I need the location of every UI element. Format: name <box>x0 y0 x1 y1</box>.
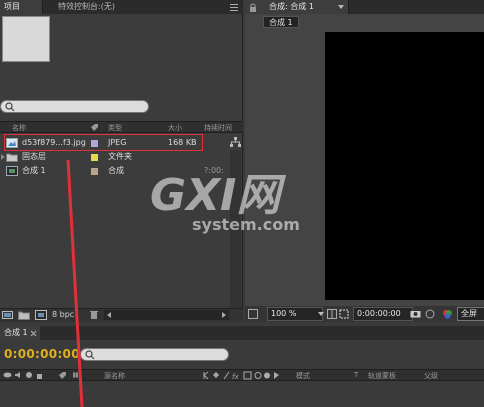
column-size[interactable]: 大小 <box>168 123 182 133</box>
lock-icon[interactable] <box>36 371 43 379</box>
column-parent[interactable]: 父级 <box>424 371 438 381</box>
search-icon <box>5 102 15 112</box>
column-type[interactable]: 类型 <box>108 123 122 133</box>
region-of-interest-icon[interactable] <box>339 309 349 319</box>
label-icon[interactable] <box>90 123 99 132</box>
chevron-down-icon[interactable] <box>337 4 345 10</box>
selection-highlight-box <box>4 134 203 151</box>
folder-icon <box>6 152 18 162</box>
composition-breadcrumb[interactable]: 合成 1 <box>263 16 299 28</box>
new-folder-icon[interactable] <box>18 310 30 320</box>
footage-thumbnail <box>2 16 50 62</box>
column-duration[interactable]: 持续时间 <box>204 123 232 133</box>
project-panel-tabbar: 项目 特效控制台:(无) <box>0 0 243 14</box>
label-swatch[interactable] <box>91 154 98 161</box>
zoom-select[interactable]: 100 % <box>267 307 323 321</box>
list-item[interactable]: 固态层 文件夹 <box>0 150 228 164</box>
item-type: 文件夹 <box>108 152 132 161</box>
grid-icon[interactable] <box>327 309 337 319</box>
column-trkmat[interactable]: 轨道蒙板 <box>368 371 396 381</box>
svg-text:system.com: system.com <box>192 215 300 234</box>
flowchart-icon[interactable] <box>230 137 241 148</box>
close-icon[interactable] <box>30 330 37 337</box>
annotation-arrow <box>66 160 84 407</box>
column-trkmat-t[interactable]: T <box>354 371 358 379</box>
svg-text:GXI网: GXI网 <box>150 170 286 221</box>
item-name: 合成 1 <box>22 166 46 175</box>
resolution-select[interactable]: 全屏 <box>457 307 484 321</box>
current-time-field[interactable]: 0:00:00:00 <box>353 307 413 321</box>
always-preview-icon[interactable] <box>248 309 258 319</box>
interpret-footage-icon[interactable] <box>2 310 14 320</box>
column-source-name[interactable]: 源名称 <box>104 371 125 381</box>
trash-icon[interactable] <box>89 310 99 320</box>
channel-rgb-icon[interactable] <box>442 309 453 319</box>
composition-panel-tabbar: 合成: 合成 1 <box>245 0 484 14</box>
scroll-left-icon[interactable] <box>106 311 112 319</box>
watermark-logo: GXI网 system.com <box>150 170 300 234</box>
project-search-input[interactable] <box>0 100 149 113</box>
column-mode[interactable]: 模式 <box>296 371 310 381</box>
composition-toolbar: 100 % 0:00:00:00 全屏 <box>245 306 484 322</box>
item-type: 合成 <box>108 166 124 175</box>
project-column-header: 名称 类型 大小 持续时间 <box>0 121 243 133</box>
panel-menu-icon[interactable] <box>229 2 239 12</box>
video-eye-icon[interactable] <box>3 371 12 379</box>
audio-icon[interactable] <box>14 371 22 379</box>
lock-icon[interactable] <box>249 3 257 12</box>
label-swatch[interactable] <box>91 168 98 175</box>
composition-tab-title: 合成: 合成 1 <box>269 2 314 11</box>
timeline-tab-title: 合成 1 <box>4 328 28 337</box>
column-name[interactable]: 名称 <box>12 123 26 133</box>
composition-icon <box>6 166 18 176</box>
chevron-down-icon[interactable] <box>318 312 324 316</box>
show-snapshot-icon[interactable] <box>425 309 435 319</box>
camera-icon[interactable] <box>410 309 421 318</box>
switches-icons[interactable]: fx <box>203 371 289 380</box>
solo-icon[interactable] <box>25 371 33 379</box>
scroll-right-icon[interactable] <box>221 311 227 319</box>
composition-viewer[interactable] <box>325 32 484 300</box>
svg-text:fx: fx <box>232 373 239 380</box>
item-name: 固态层 <box>22 152 46 161</box>
new-composition-icon[interactable] <box>35 310 47 320</box>
timeline-search-input[interactable] <box>80 348 229 361</box>
project-horizontal-scrollbar[interactable] <box>104 310 229 320</box>
tab-composition[interactable]: 合成: 合成 1 <box>245 0 349 14</box>
